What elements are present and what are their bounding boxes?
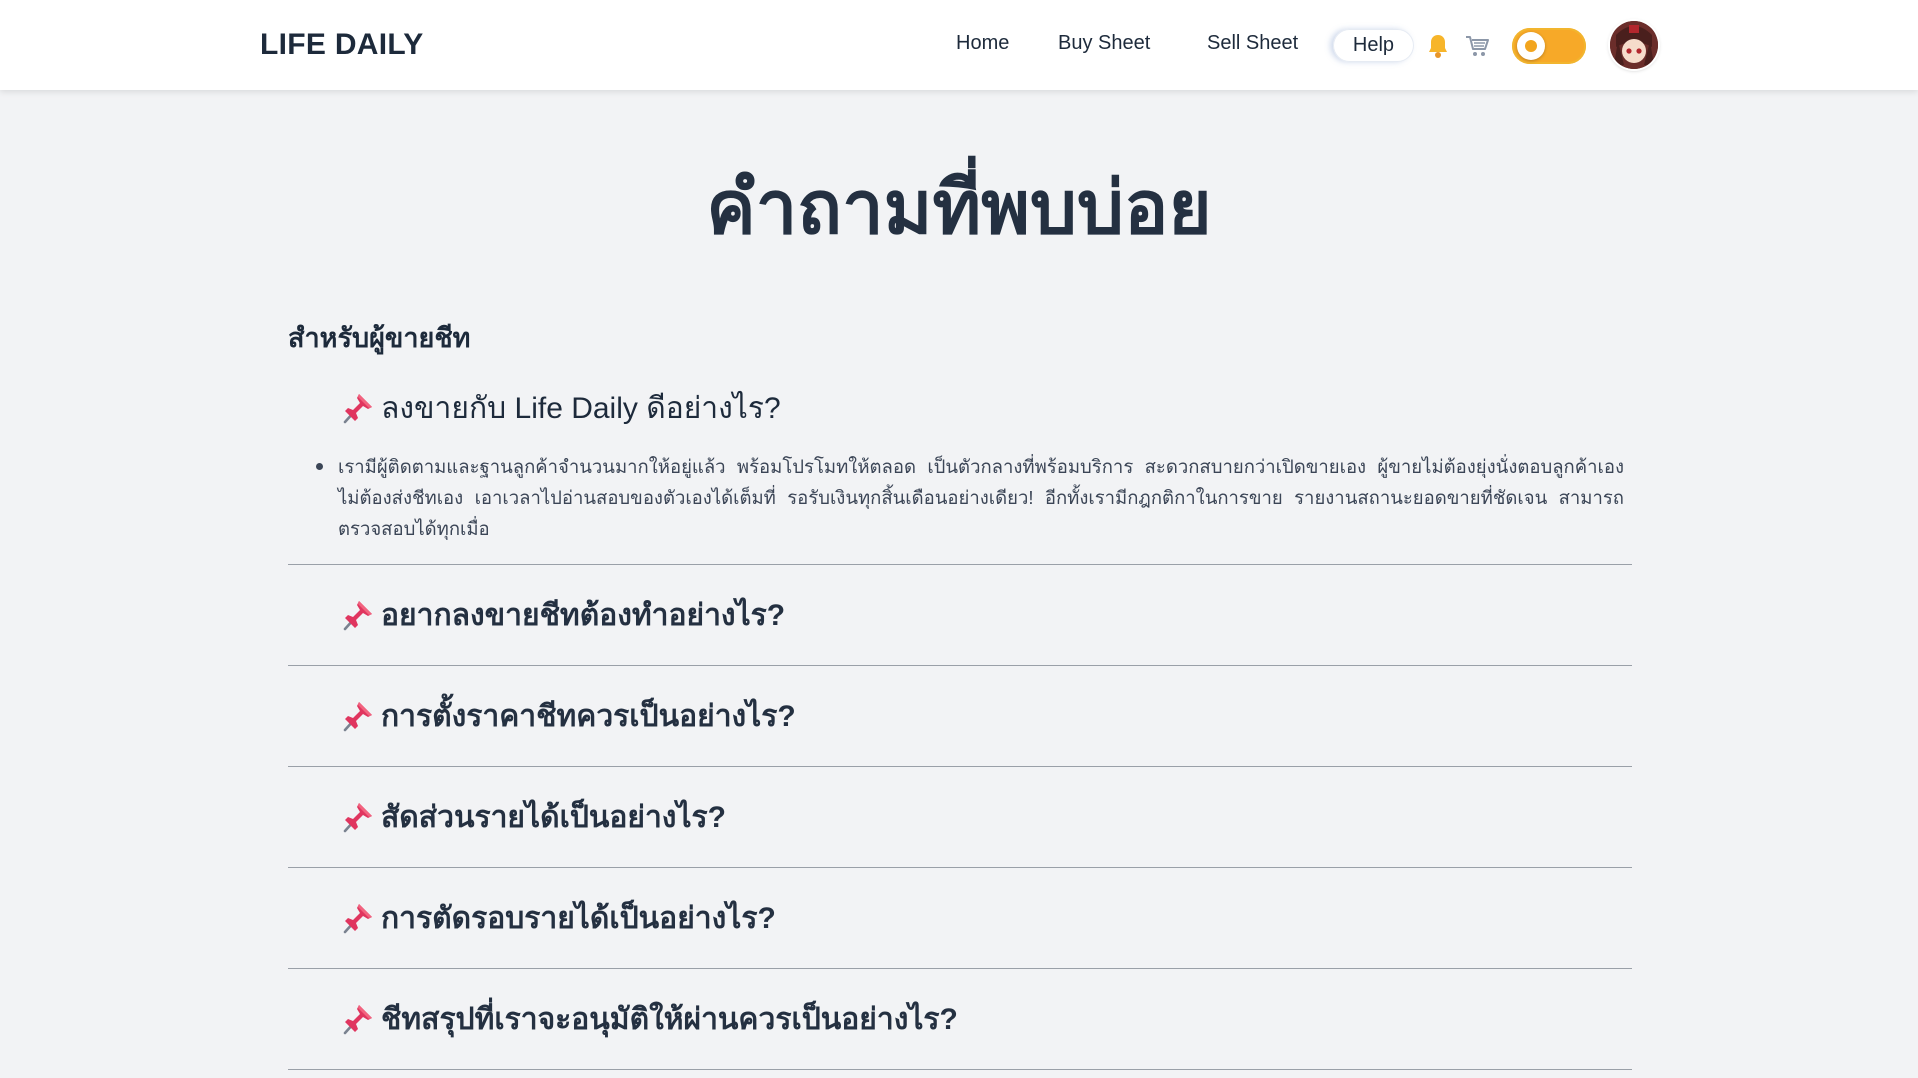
pushpin-icon: [343, 904, 372, 934]
faq-question[interactable]: ชีทสรุปที่เราจะอนุมัติให้ผ่านควรเป็นอย่า…: [288, 969, 1632, 1069]
faq-question[interactable]: การตั้งราคาชีทควรเป็นอย่างไร?: [288, 666, 1632, 766]
faq-question[interactable]: การตัดรอบรายได้เป็นอย่างไร?: [288, 868, 1632, 968]
pushpin-icon: [343, 702, 372, 732]
faq-item: การตัดรอบรายได้เป็นอย่างไร?: [288, 868, 1632, 969]
faq-question[interactable]: อยากลงขายชีทต้องทำอย่างไร?: [288, 565, 1632, 665]
faq-question-text: ชีทสรุปที่เราจะอนุมัติให้ผ่านควรเป็นอย่า…: [381, 1002, 958, 1036]
nav-help[interactable]: Help: [1333, 29, 1414, 62]
faq-item: อยากลงขายชีทต้องทำอย่างไร?: [288, 565, 1632, 666]
faq-item: การตั้งราคาชีทควรเป็นอย่างไร?: [288, 666, 1632, 767]
faq-item: ลงขายกับ Life Daily ดีอย่างไร? เรามีผู้ต…: [288, 370, 1632, 565]
pushpin-icon: [343, 601, 372, 631]
faq-question[interactable]: สัดส่วนรายได้เป็นอย่างไร?: [288, 767, 1632, 867]
faq-question-text: ลงขายกับ Life Daily ดีอย่างไร?: [381, 391, 781, 425]
pushpin-icon: [343, 394, 372, 424]
faq-item: ชีทสรุปที่เราจะอนุมัติให้ผ่านควรเป็นอย่า…: [288, 969, 1632, 1070]
cart-icon[interactable]: [1464, 33, 1489, 59]
faq-item: สัดส่วนรายได้เป็นอย่างไร?: [288, 767, 1632, 868]
faq-answer-text: เรามีผู้ติดตามและฐานลูกค้าจำนวนมากให้อยู…: [338, 456, 1624, 539]
faq-list: ลงขายกับ Life Daily ดีอย่างไร? เรามีผู้ต…: [288, 370, 1632, 1070]
nav-home[interactable]: Home: [956, 32, 1009, 55]
bullet-icon: [316, 463, 323, 470]
section-heading: สำหรับผู้ขายชีท: [288, 323, 471, 353]
faq-question-text: การตัดรอบรายได้เป็นอย่างไร?: [381, 901, 776, 935]
faq-answer: เรามีผู้ติดตามและฐานลูกค้าจำนวนมากให้อยู…: [288, 446, 1632, 564]
pushpin-icon: [343, 803, 372, 833]
pushpin-icon: [343, 1005, 372, 1035]
faq-question-text: การตั้งราคาชีทควรเป็นอย่างไร?: [381, 699, 796, 733]
page-title: คำถามที่พบบ่อย: [706, 166, 1212, 249]
nav-buy-sheet[interactable]: Buy Sheet: [1058, 32, 1150, 55]
navbar: LIFE DAILY Home Buy Sheet Sell Sheet Hel…: [0, 0, 1918, 90]
faq-question[interactable]: ลงขายกับ Life Daily ดีอย่างไร?: [288, 370, 1632, 446]
sun-icon: [1517, 32, 1545, 60]
nav-sell-sheet[interactable]: Sell Sheet: [1207, 32, 1298, 55]
theme-toggle[interactable]: [1512, 28, 1586, 64]
brand-logo[interactable]: LIFE DAILY: [260, 28, 424, 62]
avatar[interactable]: [1610, 21, 1658, 69]
faq-question-text: อยากลงขายชีทต้องทำอย่างไร?: [381, 598, 786, 632]
bell-icon[interactable]: [1426, 33, 1450, 59]
faq-question-text: สัดส่วนรายได้เป็นอย่างไร?: [381, 800, 726, 834]
